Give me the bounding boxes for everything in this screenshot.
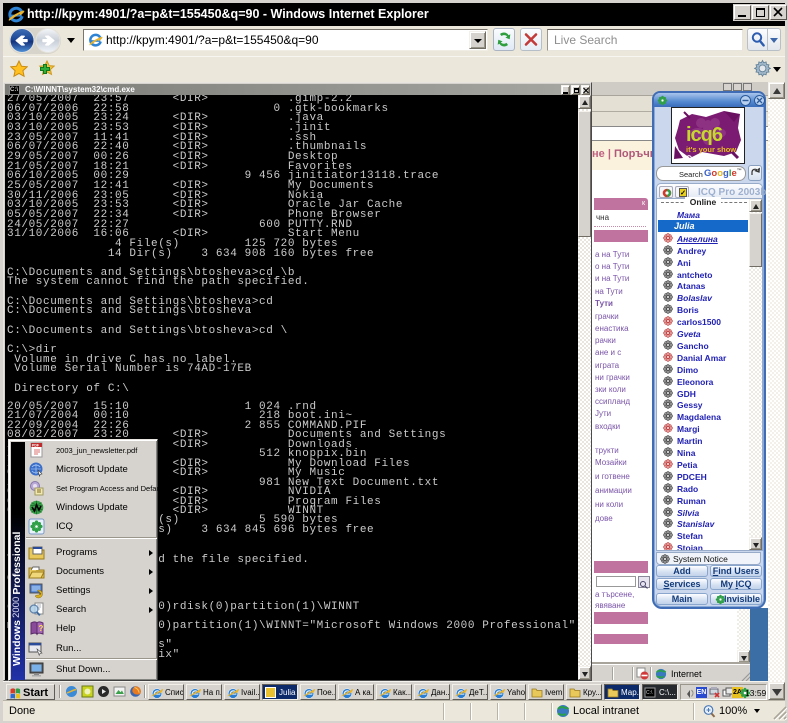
svg-text:?: ? — [39, 624, 44, 633]
svg-text:it's your show: it's your show — [686, 145, 736, 154]
svg-text:PDF: PDF — [32, 444, 40, 448]
svg-text:icq6: icq6 — [686, 124, 723, 146]
